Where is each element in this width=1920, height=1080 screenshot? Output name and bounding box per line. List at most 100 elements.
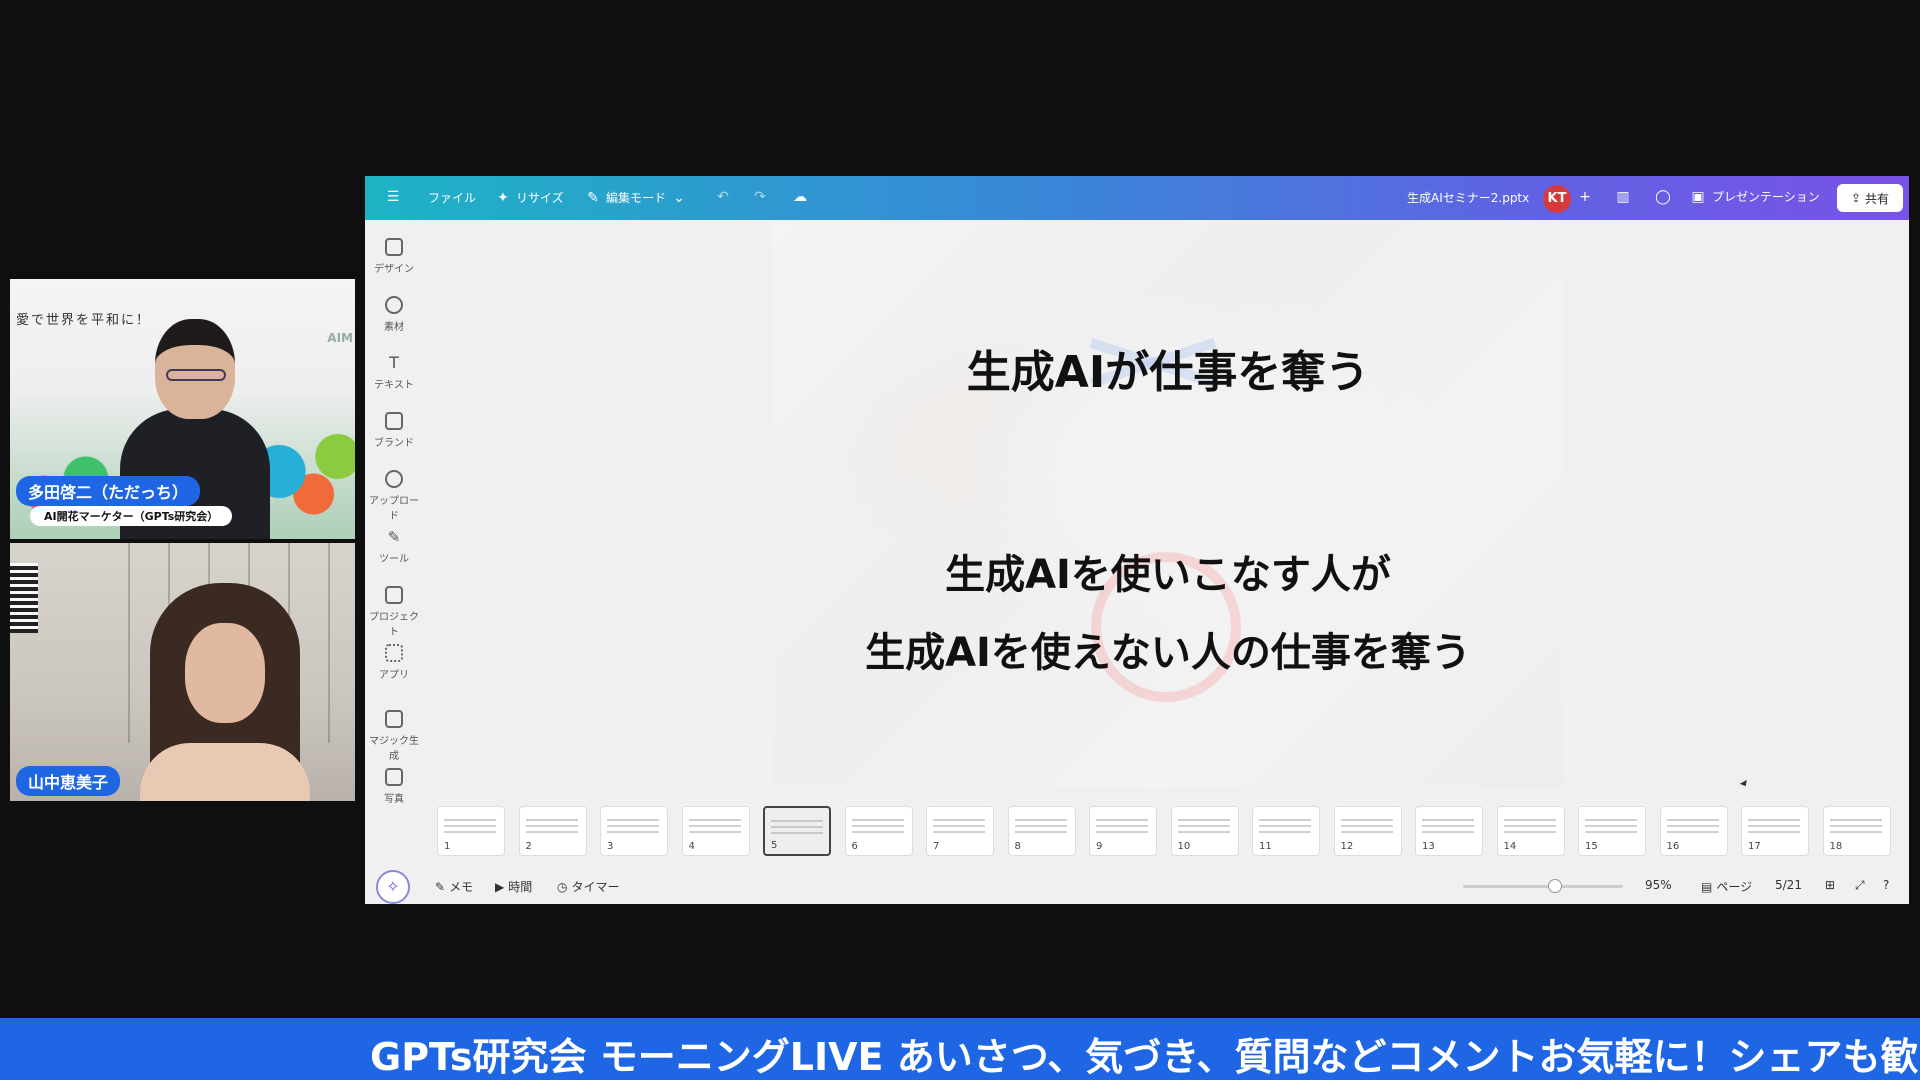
folder-icon xyxy=(385,586,403,604)
thumbnail-number: 16 xyxy=(1666,841,1680,852)
thumbnail-preview xyxy=(525,815,578,833)
sidebar-item-projects[interactable]: プロジェクト xyxy=(365,586,423,638)
glasses-icon xyxy=(166,369,226,381)
help-icon[interactable]: ? xyxy=(1883,878,1889,892)
sidebar-item-label: ブランド xyxy=(374,438,414,449)
notes-icon: ✎ xyxy=(435,879,446,894)
sidebar-item-label: プロジェクト xyxy=(369,612,419,638)
page-thumbnail[interactable]: 4 xyxy=(681,806,750,856)
page-thumbnail[interactable]: 5 xyxy=(763,806,831,856)
page-thumbnail[interactable]: 12 xyxy=(1333,806,1402,856)
zoom-level[interactable]: 95% xyxy=(1645,878,1672,892)
menu-icon[interactable]: ☰ xyxy=(385,189,401,205)
guest-person xyxy=(140,583,310,801)
page-thumbnail[interactable]: 14 xyxy=(1496,806,1565,856)
elements-icon xyxy=(385,296,403,314)
page-thumbnail[interactable]: 18 xyxy=(1822,806,1891,856)
pages-button[interactable]: ▤ ページ xyxy=(1701,878,1752,895)
page-thumbnail[interactable]: 10 xyxy=(1170,806,1239,856)
thumbnail-preview xyxy=(851,815,904,833)
ticker-text: GPTs研究会 モーニングLIVE あいさつ、気づき、質問などコメントお気軽に！… xyxy=(370,1035,1919,1079)
avatar[interactable]: KT xyxy=(1543,185,1571,213)
file-menu[interactable]: ファイル xyxy=(428,189,476,206)
sidebar-item-elements[interactable]: 素材 xyxy=(365,296,423,333)
page-thumbnail[interactable]: 6 xyxy=(844,806,913,856)
mouse-cursor-icon xyxy=(1739,779,1750,789)
sidebar-item-tools[interactable]: ✎ ツール xyxy=(365,528,423,565)
timer-button[interactable]: ◷ タイマー xyxy=(557,878,620,895)
page-thumbnail[interactable]: 3 xyxy=(600,806,668,856)
timer-label: タイマー xyxy=(571,880,620,894)
magic-icon xyxy=(385,710,403,728)
thumbnail-number: 9 xyxy=(1096,841,1103,852)
edit-mode-dropdown[interactable]: ✎ 編集モード ⌄ xyxy=(585,189,687,206)
resize-label: リサイズ xyxy=(516,191,564,205)
host-role-tag: AI開花マーケター（GPTs研究会） xyxy=(30,506,233,526)
slide-line-2[interactable]: 生成AIを使えない人の仕事を奪う xyxy=(773,620,1563,678)
page-thumbnail[interactable]: 11 xyxy=(1252,806,1320,856)
comment-icon[interactable]: ◯ xyxy=(1655,189,1671,205)
thumbnail-preview xyxy=(771,816,823,834)
page-thumbnails: 1 2 3 4 5 6 7 8 9 10 11 12 13 14 15 16 17 18 xyxy=(437,806,1897,858)
thumbnail-number: 4 xyxy=(688,841,695,852)
thumbnail-number: 12 xyxy=(1340,841,1354,852)
undo-icon[interactable]: ↶ xyxy=(715,189,731,205)
share-button[interactable]: ⇪ 共有 xyxy=(1837,184,1903,212)
thumbnail-number: 7 xyxy=(933,841,940,852)
fullscreen-icon[interactable]: ⤢ xyxy=(1855,878,1865,893)
notes-button[interactable]: ✎ メモ xyxy=(435,878,473,895)
sidebar-item-photos[interactable]: 写真 xyxy=(365,768,423,805)
sidebar-item-apps[interactable]: アプリ xyxy=(365,644,423,681)
grid-view-icon[interactable]: ⊞ xyxy=(1825,878,1835,892)
document-filename[interactable]: 生成AIセミナー2.pptx xyxy=(1407,189,1529,206)
page-thumbnail[interactable]: 7 xyxy=(926,806,994,856)
current-slide[interactable]: 生成AIが仕事を奪う 生成AIを使いこなす人が 生成AIを使えない人の仕事を奪う xyxy=(773,222,1563,788)
sidebar-item-magic[interactable]: マジック生成 xyxy=(365,710,423,762)
redo-icon[interactable]: ↷ xyxy=(752,189,768,205)
slide-title[interactable]: 生成AIが仕事を奪う xyxy=(773,336,1563,400)
share-label: 共有 xyxy=(1865,191,1890,206)
sidebar-item-label: マジック生成 xyxy=(369,736,419,762)
page-thumbnail[interactable]: 15 xyxy=(1578,806,1646,856)
sidebar-item-design[interactable]: デザイン xyxy=(365,238,423,275)
insights-chart-icon[interactable]: ▥ xyxy=(1615,189,1631,205)
chevron-down-icon: ⌄ xyxy=(673,189,685,206)
page-thumbnail[interactable]: 16 xyxy=(1659,806,1728,856)
page-thumbnail[interactable]: 8 xyxy=(1007,806,1076,856)
thumbnail-preview xyxy=(1177,815,1230,833)
page-thumbnail[interactable]: 2 xyxy=(518,806,587,856)
play-icon: ▶ xyxy=(495,879,505,894)
thumbnail-number: 14 xyxy=(1503,841,1517,852)
draw-icon: ✎ xyxy=(387,528,401,546)
thumbnail-number: 1 xyxy=(444,841,451,852)
brand-icon xyxy=(385,412,403,430)
edit-mode-label: 編集モード xyxy=(606,191,667,205)
page-thumbnail[interactable]: 9 xyxy=(1089,806,1157,856)
bottom-toolbar: ✧ ✎ メモ ▶ 時間 ◷ タイマー 95% ▤ ページ 5/21 ⊞ ⤢ ? xyxy=(365,866,1909,904)
page-thumbnail[interactable]: 13 xyxy=(1415,806,1483,856)
duration-button[interactable]: ▶ 時間 xyxy=(495,878,532,895)
thumbnail-preview xyxy=(1829,815,1882,833)
cloud-saved-icon[interactable]: ☁ xyxy=(792,189,808,205)
resize-button[interactable]: ✦ リサイズ xyxy=(495,189,564,206)
page-thumbnail[interactable]: 17 xyxy=(1741,806,1809,856)
sidebar-item-label: 素材 xyxy=(384,322,404,333)
slide-line-1[interactable]: 生成AIを使いこなす人が xyxy=(773,542,1563,600)
present-button[interactable]: ▣ プレゼンテーション xyxy=(1690,188,1819,205)
page-thumbnail[interactable]: 1 xyxy=(437,806,505,856)
zoom-slider[interactable] xyxy=(1463,885,1623,888)
sidebar-item-brand[interactable]: ブランド xyxy=(365,412,423,449)
text-icon: T xyxy=(389,353,399,372)
thumbnail-number: 18 xyxy=(1829,841,1843,852)
timer-icon: ◷ xyxy=(557,879,568,894)
duration-label: 時間 xyxy=(508,880,533,894)
magic-assistant-icon[interactable]: ✧ xyxy=(376,870,410,904)
page-counter[interactable]: 5/21 xyxy=(1775,878,1802,892)
sidebar-item-upload[interactable]: アップロード xyxy=(365,470,423,522)
thumbnail-number: 3 xyxy=(607,841,614,852)
zoom-slider-handle[interactable] xyxy=(1548,879,1562,893)
sidebar-item-text[interactable]: T テキスト xyxy=(365,353,423,392)
add-collaborator-icon[interactable]: + xyxy=(1577,189,1593,205)
thumbnail-number: 11 xyxy=(1259,841,1272,852)
host-name-tag: 多田啓二（ただっち） xyxy=(16,476,201,506)
